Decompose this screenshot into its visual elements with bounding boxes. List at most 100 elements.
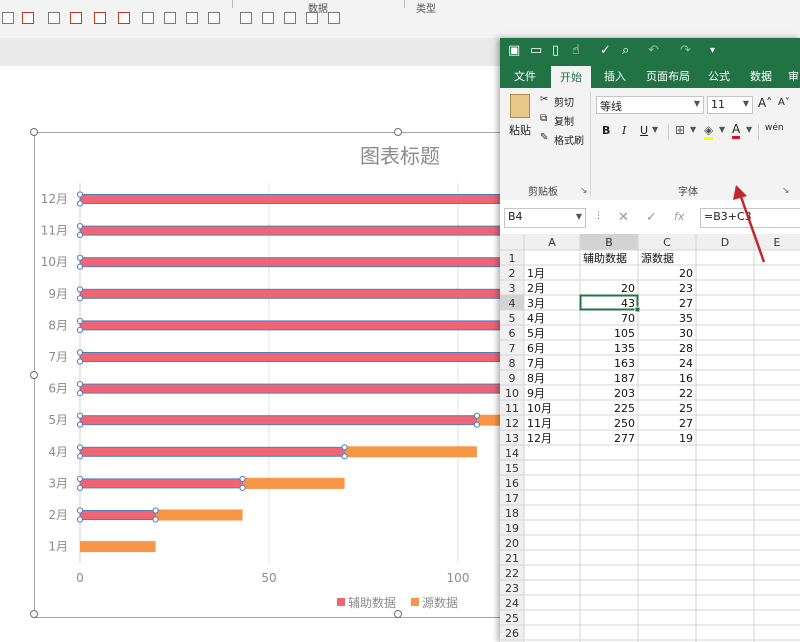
tab-review[interactable]: 审	[788, 68, 799, 84]
cell-aux[interactable]: 203	[614, 387, 635, 400]
series-selection-handle[interactable]	[76, 390, 84, 397]
cell-month[interactable]: 5月	[527, 327, 545, 340]
cell-source[interactable]: 28	[679, 342, 693, 355]
grow-font-icon[interactable]: A˄	[758, 96, 772, 110]
tool-icon[interactable]	[262, 12, 274, 24]
cell-aux[interactable]: 163	[614, 357, 635, 370]
tool-icon[interactable]	[94, 12, 106, 24]
touch-mode-icon[interactable]: ☝	[572, 43, 580, 58]
cell-header[interactable]: 辅助数据	[583, 251, 627, 265]
row-header[interactable]: 19	[505, 522, 519, 535]
resize-handle[interactable]	[30, 371, 38, 379]
cut-button[interactable]: 剪切	[554, 94, 574, 109]
name-box[interactable]: B4 ▼	[504, 208, 586, 228]
series-selection-handle[interactable]	[152, 507, 159, 514]
row-header[interactable]: 20	[505, 537, 519, 550]
bar-source[interactable]	[155, 509, 243, 521]
cell-month[interactable]: 3月	[527, 297, 545, 310]
excel-window[interactable]: ▣ ▭ ▯ ☝ ✓ ⌕ ↶ ↷ ▾ 文件 开始 插入 页面布局 公式 数据 审 …	[500, 38, 800, 642]
row-header[interactable]: 25	[505, 612, 519, 625]
cell-aux[interactable]: 187	[614, 372, 635, 385]
row-header[interactable]: 22	[505, 567, 519, 580]
copy-button[interactable]: 复制	[554, 113, 574, 128]
italic-button[interactable]: I	[622, 124, 626, 137]
tab-data[interactable]: 数据	[750, 68, 772, 84]
series-selection-handle[interactable]	[76, 421, 84, 428]
save-icon[interactable]: ▣	[508, 43, 520, 58]
row-header[interactable]: 9	[509, 372, 516, 385]
cell-source[interactable]: 24	[679, 357, 693, 370]
column-header[interactable]: D	[721, 236, 729, 249]
bar-aux[interactable]	[79, 415, 478, 426]
cell-aux[interactable]: 225	[614, 402, 635, 415]
series-selection-handle[interactable]	[341, 444, 348, 451]
row-header[interactable]: 7	[509, 342, 516, 355]
tool-icon[interactable]	[22, 12, 34, 24]
cell-source[interactable]: 16	[679, 372, 693, 385]
cell-aux[interactable]: 43	[621, 297, 635, 310]
cell-month[interactable]: 2月	[527, 282, 545, 295]
chart-title[interactable]: 图表标题	[360, 144, 440, 168]
bar-aux[interactable]	[79, 478, 244, 489]
underline-button[interactable]: U	[640, 124, 648, 137]
tool-icon[interactable]	[2, 12, 14, 24]
tab-insert[interactable]: 插入	[604, 68, 626, 84]
cell-aux[interactable]: 105	[614, 327, 635, 340]
tool-icon[interactable]	[48, 12, 60, 24]
tool-icon[interactable]	[70, 12, 82, 24]
series-selection-handle[interactable]	[76, 507, 84, 514]
row-header[interactable]: 18	[505, 507, 519, 520]
tool-icon[interactable]	[284, 12, 296, 24]
cell-month[interactable]: 10月	[527, 402, 552, 415]
series-selection-handle[interactable]	[341, 453, 348, 460]
bar-aux[interactable]	[79, 510, 157, 520]
series-selection-handle[interactable]	[76, 412, 84, 419]
column-header[interactable]: E	[774, 236, 781, 249]
tool-icon[interactable]	[240, 12, 252, 24]
series-selection-handle[interactable]	[76, 200, 84, 207]
resize-handle[interactable]	[394, 610, 402, 618]
shrink-font-icon[interactable]: A˅	[778, 97, 790, 108]
cell-source[interactable]: 27	[679, 297, 693, 310]
series-selection-handle[interactable]	[76, 381, 84, 388]
cell-aux[interactable]: 277	[614, 432, 635, 445]
cell-month[interactable]: 8月	[527, 372, 545, 385]
tab-formulas[interactable]: 公式	[708, 68, 730, 84]
phonetic-icon[interactable]: wén	[765, 123, 784, 133]
drag-handle-icon[interactable]: ⋮	[594, 211, 603, 221]
row-header[interactable]: 23	[505, 582, 519, 595]
legend-label-source[interactable]: 源数据	[422, 595, 458, 610]
resize-handle[interactable]	[30, 610, 38, 618]
bar-aux[interactable]	[79, 446, 346, 457]
cell-aux[interactable]: 135	[614, 342, 635, 355]
cell-aux[interactable]: 250	[614, 417, 635, 430]
new-file-icon[interactable]: ▯	[552, 43, 559, 58]
open-icon[interactable]: ▭	[530, 43, 542, 58]
font-size-box[interactable]: 11 ▼	[707, 96, 753, 114]
column-header[interactable]: A	[548, 236, 556, 249]
series-selection-handle[interactable]	[76, 444, 84, 451]
series-selection-handle[interactable]	[239, 475, 246, 482]
row-header[interactable]: 15	[505, 462, 519, 475]
cell-source[interactable]: 30	[679, 327, 693, 340]
format-painter-button[interactable]: 格式刷	[554, 132, 584, 147]
column-header[interactable]: B	[605, 236, 613, 249]
insert-function-icon[interactable]: fx	[674, 210, 684, 223]
series-selection-handle[interactable]	[76, 317, 84, 324]
tool-icon[interactable]	[208, 12, 220, 24]
series-selection-handle[interactable]	[152, 516, 159, 523]
row-header[interactable]: 21	[505, 552, 519, 565]
series-selection-handle[interactable]	[76, 286, 84, 293]
dialog-launcher-icon[interactable]: ↘	[782, 186, 790, 196]
cell-month[interactable]: 1月	[527, 267, 545, 280]
chevron-down-icon[interactable]: ▼	[743, 99, 749, 108]
series-selection-handle[interactable]	[76, 295, 84, 302]
dialog-launcher-icon[interactable]: ↘	[580, 186, 588, 196]
cell-source[interactable]: 22	[679, 387, 693, 400]
cell-header[interactable]: 源数据	[641, 251, 674, 265]
tool-icon[interactable]	[328, 12, 340, 24]
redo-icon[interactable]: ↷	[680, 43, 691, 58]
row-header[interactable]: 17	[505, 492, 519, 505]
row-header[interactable]: 10	[505, 387, 519, 400]
row-header[interactable]: 11	[505, 402, 519, 415]
